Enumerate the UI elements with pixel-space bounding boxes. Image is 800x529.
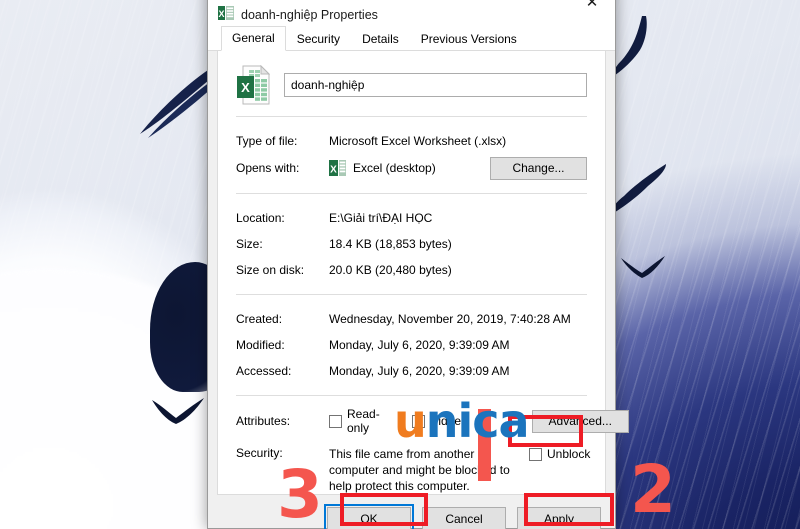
created-label: Created: bbox=[236, 312, 283, 326]
divider bbox=[236, 294, 587, 295]
checkbox-box[interactable] bbox=[329, 414, 342, 428]
dialog-title: doanh-nghiệp Properties bbox=[241, 8, 378, 22]
accessed-value: Monday, July 6, 2020, 9:39:09 AM bbox=[329, 364, 510, 378]
unblock-label: Unblock bbox=[547, 447, 591, 461]
tab-bar: General Security Details Previous Versio… bbox=[208, 26, 615, 51]
bird-icon bbox=[621, 256, 665, 278]
tab-security[interactable]: Security bbox=[286, 27, 351, 51]
type-of-file-label: Type of file: bbox=[236, 134, 298, 148]
bird-icon bbox=[140, 70, 214, 138]
created-value: Wednesday, November 20, 2019, 7:40:28 AM bbox=[329, 312, 571, 326]
unblock-checkbox[interactable]: Unblock bbox=[529, 447, 590, 461]
file-properties-dialog: X doanh-nghiệp Properties ✕ General Secu… bbox=[207, 0, 629, 529]
security-description: This file came from another computer and… bbox=[329, 447, 510, 493]
opens-with-value: Excel (desktop) bbox=[353, 161, 436, 175]
size-label: Size: bbox=[236, 237, 263, 251]
checkbox-box[interactable] bbox=[529, 447, 542, 461]
location-row: Location: E:\Giải trí\ĐẠI HỌC bbox=[236, 205, 587, 231]
svg-text:X: X bbox=[218, 9, 224, 19]
ok-button[interactable]: OK bbox=[324, 504, 414, 529]
bird-icon bbox=[613, 16, 647, 76]
location-value: E:\Giải trí\ĐẠI HỌC bbox=[329, 211, 433, 225]
type-of-file-row: Type of file: Microsoft Excel Worksheet … bbox=[236, 128, 587, 154]
marker-2-label: 2 bbox=[630, 451, 676, 528]
attributes-label: Attributes: bbox=[236, 414, 291, 428]
readonly-checkbox[interactable]: Read-only bbox=[329, 407, 380, 435]
size-on-disk-value: 20.0 KB (20,480 bytes) bbox=[329, 263, 452, 277]
apply-button[interactable]: Apply bbox=[517, 507, 601, 529]
modified-value: Monday, July 6, 2020, 9:39:09 AM bbox=[329, 338, 510, 352]
svg-text:X: X bbox=[330, 165, 337, 176]
opens-with-label: Opens with: bbox=[236, 161, 300, 175]
dialog-titlebar: X doanh-nghiệp Properties ✕ bbox=[208, 0, 615, 26]
accessed-row: Accessed: Monday, July 6, 2020, 9:39:09 … bbox=[236, 358, 587, 384]
opens-with-row: Opens with: X Excel (desktop) Change... bbox=[236, 154, 587, 182]
divider bbox=[236, 116, 587, 117]
excel-app-icon: X bbox=[329, 160, 346, 176]
change-button[interactable]: Change... bbox=[490, 156, 587, 180]
readonly-label: Read-only bbox=[347, 407, 380, 435]
file-name-row: X doanh-nghiệp bbox=[236, 65, 587, 105]
advanced-button[interactable]: Advanced... bbox=[531, 409, 629, 433]
created-row: Created: Wednesday, November 20, 2019, 7… bbox=[236, 306, 587, 332]
size-row: Size: 18.4 KB (18,853 bytes) bbox=[236, 231, 587, 257]
tab-previous-versions[interactable]: Previous Versions bbox=[410, 27, 528, 51]
file-name-input[interactable]: doanh-nghiệp bbox=[284, 73, 587, 97]
bird-icon bbox=[152, 398, 204, 424]
svg-text:X: X bbox=[241, 80, 250, 95]
cancel-button[interactable]: Cancel bbox=[422, 507, 506, 529]
marker-3-label: 3 bbox=[277, 456, 323, 529]
size-on-disk-row: Size on disk: 20.0 KB (20,480 bytes) bbox=[236, 257, 587, 283]
divider bbox=[236, 193, 587, 194]
modified-label: Modified: bbox=[236, 338, 285, 352]
size-value: 18.4 KB (18,853 bytes) bbox=[329, 237, 452, 251]
excel-worksheet-icon: X bbox=[237, 65, 270, 105]
watermark-nica: nica bbox=[425, 394, 530, 448]
accessed-label: Accessed: bbox=[236, 364, 292, 378]
modified-row: Modified: Monday, July 6, 2020, 9:39:09 … bbox=[236, 332, 587, 358]
dialog-footer: OK Cancel Apply bbox=[208, 495, 615, 529]
tab-general[interactable]: General bbox=[221, 26, 286, 51]
tab-details[interactable]: Details bbox=[351, 27, 410, 51]
type-of-file-value: Microsoft Excel Worksheet (.xlsx) bbox=[329, 134, 507, 148]
watermark-u: u bbox=[394, 394, 427, 448]
location-label: Location: bbox=[236, 211, 285, 225]
screen: X doanh-nghiệp Properties ✕ General Secu… bbox=[0, 0, 800, 529]
close-icon[interactable]: ✕ bbox=[569, 0, 615, 25]
unica-watermark: unica bbox=[394, 398, 530, 444]
bird-icon bbox=[611, 164, 666, 214]
size-on-disk-label: Size on disk: bbox=[236, 263, 305, 277]
excel-file-icon: X bbox=[218, 6, 234, 20]
